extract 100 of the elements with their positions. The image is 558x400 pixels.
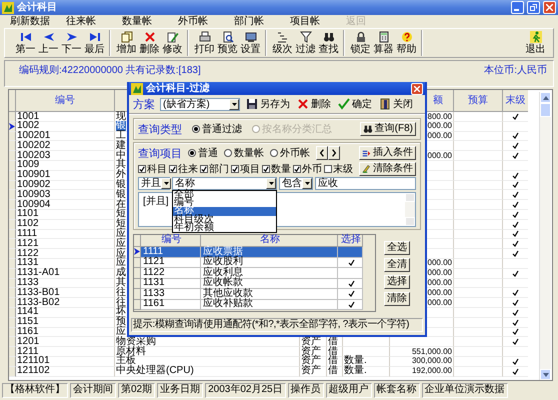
account-code: 1002	[17, 121, 40, 132]
value-field[interactable]: 应收	[315, 176, 416, 190]
account-name: 中央处理器(CPU)	[116, 366, 194, 376]
action-button[interactable]: 选择	[384, 275, 410, 289]
minimize-button[interactable]	[511, 1, 524, 14]
toolbar-button[interactable]: 打印	[193, 30, 216, 56]
toolbar-button[interactable]: 级次	[271, 30, 294, 56]
checkbox[interactable]: 外币	[293, 162, 322, 176]
status-field: 超级用户	[326, 383, 372, 398]
toolbar-button[interactable]: 关闭	[378, 97, 414, 111]
toolbar-button[interactable]: 下一	[60, 30, 83, 56]
toolbar-button[interactable]: 另存为	[245, 97, 291, 111]
check-icon	[338, 98, 350, 110]
menu-item[interactable]: 刷新数据	[10, 16, 50, 26]
toolbar-button[interactable]: 算器	[372, 30, 395, 56]
account-name: 现	[116, 112, 126, 122]
account-name: 应	[116, 229, 126, 239]
account-code: 1102	[17, 219, 39, 230]
check-icon	[201, 166, 207, 172]
table-cell-text: 其他应收款	[203, 288, 253, 298]
group-label: 查询类型	[138, 122, 182, 136]
app-logo-icon	[2, 2, 14, 14]
checkbox[interactable]: 部门	[200, 162, 229, 176]
scheme-label: 方案	[133, 98, 155, 112]
next-button[interactable]	[328, 146, 340, 160]
account-name: 工	[116, 131, 126, 141]
toolbar-button[interactable]: 过滤	[294, 30, 317, 56]
calculator-icon	[378, 31, 390, 43]
toolbar-button[interactable]: 查找	[317, 30, 340, 56]
dropdown-option[interactable]: 年初余额	[173, 224, 276, 232]
menu-item[interactable]: 数量帐	[122, 16, 152, 26]
dropdown-field[interactable]: 名称	[172, 176, 277, 190]
radio-button[interactable]: 普通	[188, 146, 218, 160]
currency-label: 本位币:人民币	[484, 65, 547, 78]
dropdown-option[interactable]: 科目级次	[173, 216, 276, 224]
unit-label: 数量.	[344, 356, 367, 366]
dropdown-option[interactable]: 编号	[173, 198, 276, 208]
action-button[interactable]: 全清	[384, 258, 410, 272]
maximize-button[interactable]	[527, 1, 540, 14]
app-logo-icon	[131, 82, 143, 94]
action-button[interactable]: 全选	[384, 241, 410, 255]
scrollbar-thumb[interactable]	[540, 103, 551, 117]
dropdown-field[interactable]: (缺省方案)	[160, 98, 240, 110]
account-name: 应	[116, 327, 126, 337]
caret-icon	[164, 182, 168, 184]
radio-button[interactable]: 外币帐	[270, 146, 310, 160]
previous-button[interactable]	[316, 146, 328, 160]
checkbox[interactable]: 项目	[231, 162, 260, 176]
account-name: 原材料	[116, 346, 146, 356]
close-button[interactable]	[411, 82, 423, 94]
table-cell-text: 应收帐款	[203, 278, 243, 288]
insert-condition-button[interactable]: 插入条件	[359, 146, 416, 160]
clear-condition-button[interactable]: 清除条件	[359, 162, 416, 176]
toolbar-button[interactable]: 确定	[337, 97, 373, 111]
account-code: 100901	[17, 170, 50, 180]
account-name: 外	[116, 170, 126, 180]
toolbar-button[interactable]: 增加	[115, 30, 138, 56]
toolbar-button[interactable]: 上一	[37, 30, 60, 56]
column-header: 选择	[341, 235, 361, 246]
toolbar-button[interactable]: 删除	[296, 97, 332, 111]
checkbox[interactable]: 科目	[138, 162, 167, 176]
checkbox[interactable]: 数量	[262, 162, 291, 176]
menu-item[interactable]: 部门帐	[234, 16, 264, 26]
radio-button[interactable]: 普通过滤	[192, 122, 242, 136]
account-name: 银	[116, 190, 126, 200]
account-name: 建	[116, 140, 126, 151]
balance-direction: 借	[328, 346, 338, 356]
hint-text: 提示:模糊查询请使用通配符(*和?,*表示全部字符, ?表示一个字符)	[131, 318, 423, 332]
table-cell: 应收补贴款	[203, 299, 253, 310]
toolbar-button[interactable]: 帮助	[395, 30, 418, 56]
action-button[interactable]: 清除	[384, 292, 410, 306]
query-button[interactable]: 查询(F8)	[360, 122, 416, 136]
close-button[interactable]	[543, 1, 556, 14]
toolbar-button[interactable]: 第一	[14, 30, 37, 56]
dropdown-field[interactable]: 包含	[279, 176, 313, 190]
unit-label: 数量.	[344, 366, 367, 376]
account-name: 中	[116, 150, 126, 160]
toolbar-button[interactable]: 删除	[138, 30, 161, 56]
toolbar-button[interactable]: 退出	[524, 30, 547, 56]
dropdown-field[interactable]: 并且	[138, 176, 170, 190]
account-code: 1122	[17, 248, 39, 258]
account-code: 1211	[17, 346, 39, 356]
checkbox[interactable]: 往来	[169, 162, 198, 176]
menu-item[interactable]: 往来帐	[66, 16, 96, 26]
menu-item[interactable]: 外币帐	[178, 16, 208, 26]
menu-item[interactable]: 项目帐	[290, 16, 320, 26]
toolbar-button[interactable]: 最后	[83, 30, 106, 56]
condition-item[interactable]: [并且]	[143, 194, 169, 208]
radio-button[interactable]: 数量帐	[224, 146, 264, 160]
table-cell: 1131	[143, 278, 165, 288]
toolbar-button[interactable]: 预览	[216, 30, 239, 56]
toolbar-button[interactable]: 修改	[161, 30, 184, 56]
toolbar-button[interactable]: 锁定	[349, 30, 372, 56]
account-code: 1133	[17, 278, 39, 288]
account-code: 121101	[17, 356, 50, 366]
balance-amount: 000.00	[428, 268, 452, 278]
toolbar-button[interactable]: 设置	[239, 30, 262, 56]
table-cell: 1121	[143, 257, 165, 268]
arrow-right-icon	[66, 31, 78, 43]
checkbox[interactable]: 末级	[324, 162, 353, 176]
